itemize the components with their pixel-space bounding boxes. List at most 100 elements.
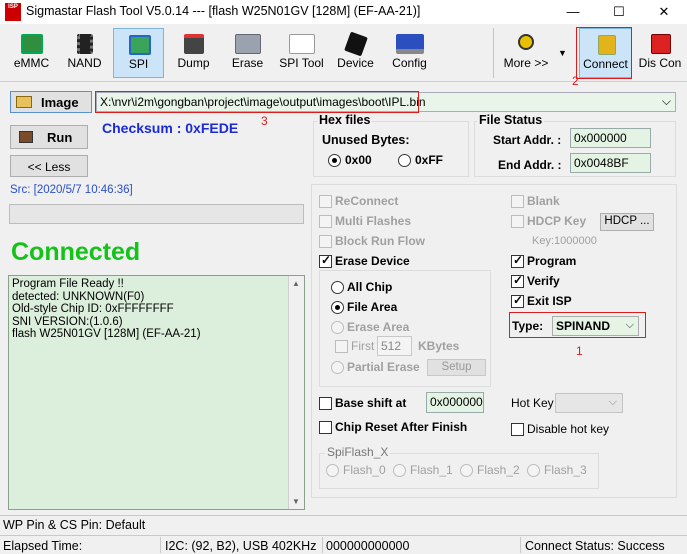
reconnect-label: ReConnect [335,194,399,208]
chip-reset-checkbox[interactable] [319,421,332,434]
run-button[interactable]: Run [10,125,88,149]
status-divider [160,537,161,553]
file-status-title: File Status [477,113,545,127]
disconnect-icon [651,34,671,54]
annotation-2: 2 [572,74,579,88]
spi-label: SPI [128,57,149,71]
more-dropdown-arrow-icon[interactable]: ▼ [558,48,567,58]
type-select-value: SPINAND [556,319,611,333]
close-button[interactable]: ✕ [641,0,687,24]
hex-files-group [313,121,469,177]
scroll-up-icon[interactable]: ▲ [292,279,300,288]
toolbar-separator [493,28,494,78]
image-path-highlight-box [95,91,419,113]
disable-hot-key-label: Disable hot key [527,422,610,436]
blank-label: Blank [527,194,560,208]
partial-erase-radio[interactable] [331,361,344,374]
scroll-down-icon[interactable]: ▼ [292,497,300,506]
wp-status-bar: WP Pin & CS Pin: Default [0,516,687,535]
config-button[interactable]: Config [384,28,435,78]
key-value-text: Key:1000000 [532,235,597,247]
spi-button[interactable]: SPI [113,28,164,78]
more-tv-icon [518,34,534,50]
log-lines: Program File Ready !! detected: UNKNOWN(… [12,278,201,341]
base-shift-field[interactable]: 0x000000 [426,392,484,413]
erase-area-radio[interactable] [331,321,344,334]
dump-label: Dump [177,56,210,70]
log-scrollbar[interactable]: ▲ ▼ [288,276,304,509]
hot-key-dropdown-icon[interactable]: ⌵ [609,396,617,409]
erase-button[interactable]: Erase [222,28,273,78]
type-dropdown-icon[interactable]: ⌵ [626,319,634,332]
flash-1-radio[interactable] [393,464,406,477]
setup-button[interactable]: Setup [427,359,486,376]
erase-device-label: Erase Device [335,254,410,268]
flash-2-label: Flash_2 [477,463,520,477]
more-button[interactable]: More >> [500,28,552,78]
log-line: detected: UNKNOWN(F0) [12,290,145,303]
multi-flashes-checkbox[interactable] [319,215,332,228]
flash-3-label: Flash_3 [544,463,587,477]
erase-label: Erase [231,56,264,70]
hdcp-button[interactable]: HDCP ... [600,213,654,231]
wp-pin-status: WP Pin & CS Pin: Default [3,518,146,532]
first-checkbox[interactable] [335,340,348,353]
partial-erase-label: Partial Erase [347,360,420,374]
first-kbytes-field[interactable]: 512 [377,336,412,356]
spiflash-title: SpiFlash_X [325,445,391,459]
log-panel[interactable]: Program File Ready !! detected: UNKNOWN(… [8,275,305,510]
verify-checkbox[interactable] [511,273,524,288]
verify-label: Verify [527,274,560,288]
dump-icon [184,34,204,54]
flash-1-label: Flash_1 [410,463,453,477]
run-icon [19,131,33,143]
flash-0-radio[interactable] [326,464,339,477]
image-path-dropdown-icon[interactable]: ⌵ [662,94,671,109]
flash-3-radio[interactable] [527,464,540,477]
disconnect-button[interactable]: Dis Con [635,28,685,78]
base-shift-checkbox[interactable] [319,397,332,410]
block-run-flow-checkbox[interactable] [319,235,332,248]
disable-hot-key-checkbox[interactable] [511,423,524,436]
program-checkbox[interactable] [511,253,524,268]
spi-tool-label: SPI Tool [279,56,324,70]
start-addr-label: Start Addr. : [493,133,562,147]
spi-tool-button[interactable]: SPI Tool [276,28,327,78]
reconnect-checkbox[interactable] [319,195,332,208]
dump-button[interactable]: Dump [168,28,219,78]
hdcp-key-checkbox[interactable] [511,215,524,228]
program-label: Program [527,254,577,268]
exit-isp-checkbox[interactable] [511,293,524,308]
radio-0xff[interactable] [398,154,411,167]
counter-status: 000000000000 [326,539,410,553]
device-button[interactable]: Device [330,28,381,78]
app-icon: ISP [5,3,21,21]
connect-status: Connect Status: Success [525,539,665,553]
radio-0x00[interactable] [328,154,341,167]
checksum-text: Checksum : 0xFEDE [102,120,239,136]
all-chip-radio[interactable] [331,281,344,294]
nand-button[interactable]: NAND [59,28,110,78]
image-button[interactable]: Image [10,91,92,113]
nand-chip-icon [77,34,93,54]
type-select[interactable]: SPINAND ⌵ [552,316,639,336]
connected-status-text: Connected [11,238,141,266]
spi-tool-icon [289,34,315,54]
emmc-button[interactable]: eMMC [6,28,57,78]
disconnect-label: Dis Con [638,56,682,70]
device-label: Device [337,56,374,70]
less-button[interactable]: << Less [10,155,88,177]
elapsed-time: Elapsed Time: [3,539,83,553]
hot-key-select[interactable]: ⌵ [555,393,623,413]
start-addr-field: 0x000000 [570,128,651,148]
minimize-button[interactable]: — [550,0,596,24]
file-area-radio[interactable] [331,301,344,314]
unused-bytes-label: Unused Bytes: [322,133,410,147]
annotation-1: 1 [576,344,583,358]
status-divider [520,537,521,553]
blank-checkbox[interactable] [511,195,524,208]
src-timestamp: Src: [2020/5/7 10:46:36] [10,184,133,196]
maximize-button[interactable]: ☐ [596,0,642,24]
flash-2-radio[interactable] [460,464,473,477]
erase-device-checkbox[interactable] [319,253,332,268]
